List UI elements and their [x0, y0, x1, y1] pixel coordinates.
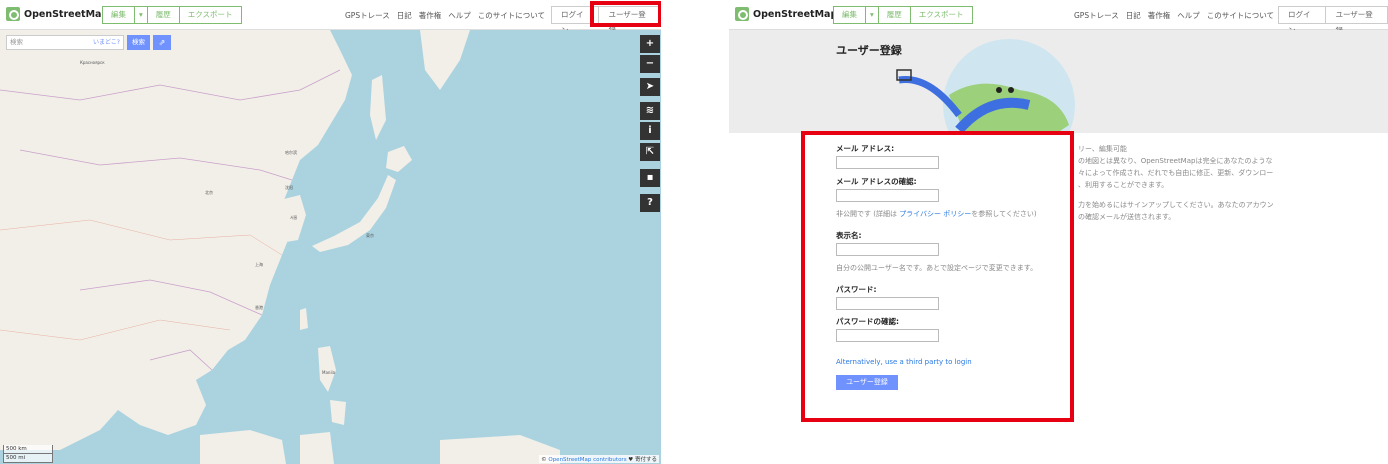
top-navbar: OpenStreetMap 編集 ▾ 履歴 エクスポート GPSトレース 日記 … — [0, 0, 661, 35]
note-icon[interactable]: ▪ — [640, 169, 660, 187]
map-label: 北京 — [205, 190, 213, 195]
osm-logo-icon — [6, 7, 20, 21]
edit-button[interactable]: 編集 — [833, 6, 866, 24]
share-icon[interactable]: ⇱ — [640, 143, 660, 161]
history-button[interactable]: 履歴 — [147, 6, 180, 24]
search-input[interactable]: 検索 いまどこ? — [6, 35, 124, 50]
map-attribution: © OpenStreetMap contributors ♥ 寄付する — [539, 455, 659, 463]
layers-icon[interactable]: ≋ — [640, 102, 660, 120]
query-icon[interactable]: ? — [640, 194, 660, 212]
map-label: Manila — [322, 370, 336, 375]
info-icon[interactable]: i — [640, 122, 660, 140]
edit-button[interactable]: 編集 — [102, 6, 135, 24]
zoom-in-icon[interactable]: + — [640, 35, 660, 53]
nav-help[interactable]: ヘルプ — [1177, 10, 1200, 21]
history-button[interactable]: 履歴 — [878, 6, 911, 24]
globe-illustration-icon — [896, 39, 1075, 133]
signup-page: OpenStreetMap 編集 ▾ 履歴 エクスポート GPSトレース 日記 … — [729, 0, 1388, 464]
nav-gps-traces[interactable]: GPSトレース — [345, 10, 390, 21]
export-button[interactable]: エクスポート — [179, 6, 242, 24]
export-button[interactable]: エクスポート — [910, 6, 973, 24]
form-highlight-box — [801, 131, 1074, 422]
site-logo[interactable]: OpenStreetMap — [6, 7, 108, 21]
signup-highlight-box — [590, 1, 661, 27]
osm-logo-icon — [735, 7, 749, 21]
map-page: OpenStreetMap 編集 ▾ 履歴 エクスポート GPSトレース 日記 … — [0, 0, 661, 464]
signup-description: リー、編集可能 の地図とは異なり、OpenStreetMapは完全にあなたのよう… — [1078, 145, 1274, 221]
edit-dropdown-icon[interactable]: ▾ — [135, 6, 148, 24]
login-button[interactable]: ログイン — [1278, 6, 1327, 35]
map-label: 哈尔滨 — [285, 150, 297, 155]
edit-button-group: 編集 ▾ 履歴 エクスポート — [833, 6, 973, 24]
map-label: 沈阳 — [285, 185, 293, 190]
map-label: 上海 — [255, 262, 263, 267]
directions-icon[interactable]: ⇗ — [153, 35, 171, 50]
search-bar: 検索 いまどこ? 検索 ⇗ — [6, 35, 171, 50]
scale-km: 500 km — [3, 445, 53, 454]
nav-diary[interactable]: 日記 — [397, 10, 412, 21]
logo-text: OpenStreetMap — [753, 8, 838, 20]
map-label: 서울 — [290, 215, 298, 220]
nav-about[interactable]: このサイトについて — [478, 10, 545, 21]
logo-text: OpenStreetMap — [24, 8, 109, 20]
where-am-i-link[interactable]: いまどこ? — [93, 36, 120, 49]
nav-gps-traces[interactable]: GPSトレース — [1074, 10, 1119, 21]
nav-diary[interactable]: 日記 — [1126, 10, 1141, 21]
site-logo[interactable]: OpenStreetMap — [735, 7, 837, 21]
nav-about[interactable]: このサイトについて — [1207, 10, 1274, 21]
map-label: Красноярск — [80, 60, 105, 65]
nav-copyright[interactable]: 著作権 — [419, 10, 442, 21]
signup-button[interactable]: ユーザー登録 — [1326, 6, 1388, 35]
top-navbar: OpenStreetMap 編集 ▾ 履歴 エクスポート GPSトレース 日記 … — [729, 0, 1388, 35]
map-label: 香港 — [255, 305, 263, 310]
main-nav: GPSトレース 日記 著作権 ヘルプ このサイトについて — [1074, 10, 1274, 21]
scale-mi: 500 mi — [3, 454, 53, 463]
map-label: 東京 — [366, 233, 374, 238]
nav-copyright[interactable]: 著作権 — [1148, 10, 1171, 21]
signup-hero: ユーザー登録 — [729, 30, 1388, 133]
map-canvas[interactable]: Красноярск 哈尔滨 沈阳 北京 서울 東京 上海 香港 Manila — [0, 30, 661, 464]
zoom-out-icon[interactable]: − — [640, 55, 660, 73]
edit-button-group: 編集 ▾ 履歴 エクスポート — [102, 6, 242, 24]
attribution-link[interactable]: OpenStreetMap contributors — [548, 457, 626, 463]
auth-buttons: ログイン ユーザー登録 — [1278, 6, 1388, 35]
edit-dropdown-icon[interactable]: ▾ — [866, 6, 879, 24]
main-nav: GPSトレース 日記 著作権 ヘルプ このサイトについて — [345, 10, 545, 21]
search-button[interactable]: 検索 — [127, 35, 150, 50]
locate-icon[interactable]: ➤ — [640, 78, 660, 96]
map-tiles — [0, 30, 560, 464]
nav-help[interactable]: ヘルプ — [448, 10, 471, 21]
